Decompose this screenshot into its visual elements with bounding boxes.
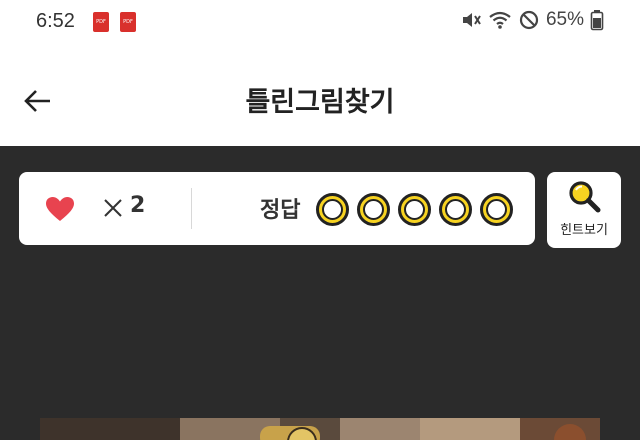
answer-label: 정답 bbox=[260, 198, 301, 223]
puzzle-image[interactable] bbox=[40, 418, 600, 440]
answer-slot bbox=[480, 193, 513, 226]
pdf-icon: PDF bbox=[93, 12, 109, 32]
answer-slot bbox=[316, 193, 349, 226]
magnifier-icon bbox=[569, 181, 601, 213]
app-bar: 틀린그림찾기 bbox=[0, 46, 640, 146]
status-bar: 6:52 PDF PDF 65% bbox=[0, 0, 640, 46]
page-title: 틀린그림찾기 bbox=[245, 87, 395, 118]
status-icons: 65% bbox=[460, 9, 604, 31]
battery-icon bbox=[590, 10, 604, 31]
answer-slot bbox=[357, 193, 390, 226]
pdf-icon: PDF bbox=[120, 12, 136, 32]
answer-slot bbox=[439, 193, 472, 226]
battery-percent: 65% bbox=[545, 9, 584, 30]
answer-slots bbox=[316, 193, 513, 226]
hint-button[interactable]: 힌트보기 bbox=[547, 172, 621, 248]
times-icon bbox=[104, 199, 122, 217]
answer-slot bbox=[398, 193, 431, 226]
hint-label: 힌트보기 bbox=[560, 223, 608, 238]
game-area: 2 정답 힌트보기 bbox=[0, 146, 640, 440]
lives-count: 2 bbox=[130, 193, 146, 218]
divider bbox=[191, 188, 192, 229]
score-card: 2 정답 bbox=[19, 172, 535, 245]
vibrate-mute-icon bbox=[462, 13, 481, 27]
heart-icon bbox=[46, 197, 74, 221]
wifi-icon bbox=[489, 11, 511, 29]
food-photo bbox=[40, 418, 600, 440]
status-time: 6:52 bbox=[36, 10, 75, 32]
do-not-disturb-icon bbox=[519, 10, 539, 30]
